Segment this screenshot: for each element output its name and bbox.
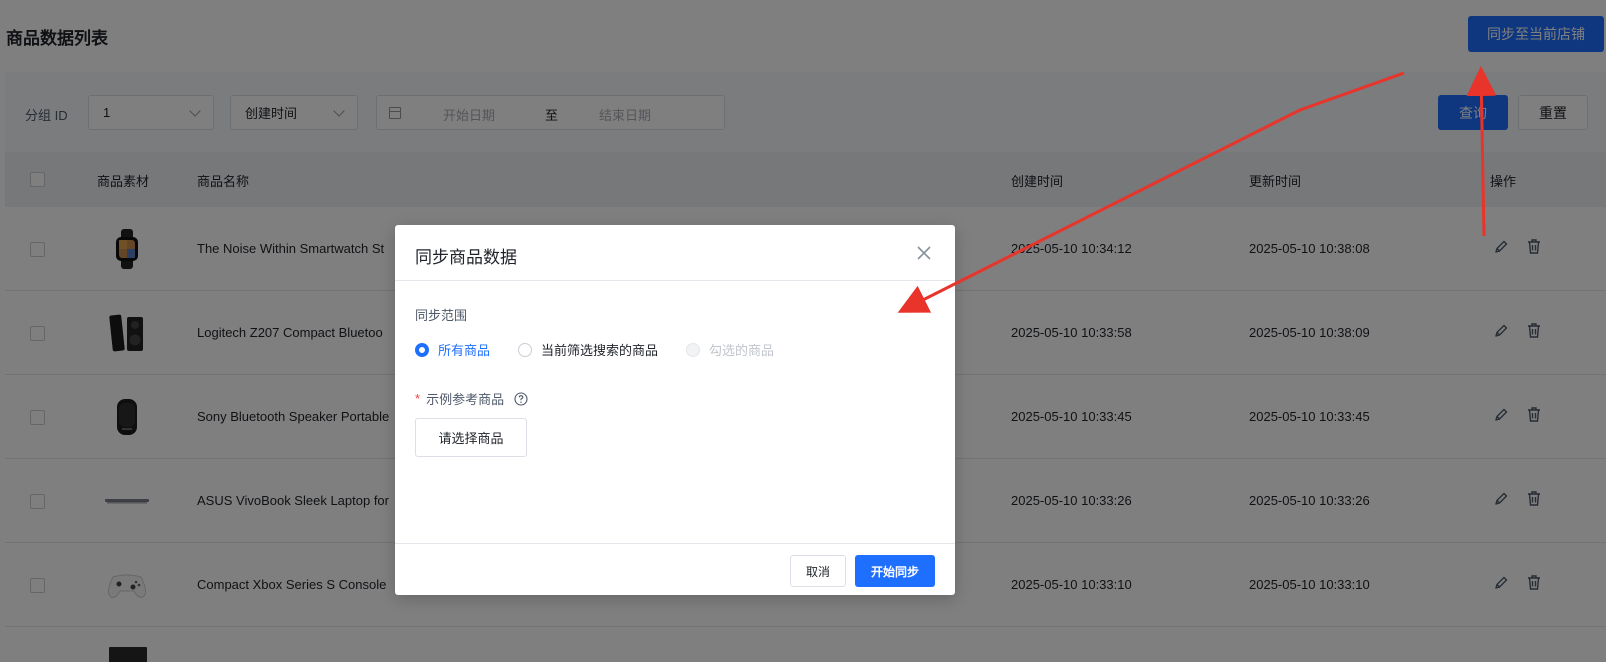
cancel-button[interactable]: 取消 <box>790 555 846 587</box>
radio-unchecked[interactable] <box>518 342 533 357</box>
sync-products-dialog: 同步商品数据 同步范围 所有商品 当前筛选搜索的商品 勾选的商品 * 示例参考商… <box>395 225 955 595</box>
scope-option-filtered[interactable]: 当前筛选搜索的商品 <box>518 340 658 359</box>
radio-disabled <box>686 342 701 357</box>
radio-checked[interactable] <box>415 342 429 357</box>
dialog-title: 同步商品数据 <box>415 248 517 267</box>
dialog-header: 同步商品数据 <box>395 225 955 281</box>
scope-option-label: 当前筛选搜索的商品 <box>541 343 659 358</box>
sync-scope-label: 同步范围 <box>415 308 468 323</box>
scope-option-label: 所有商品 <box>438 343 491 358</box>
help-icon[interactable] <box>514 391 528 406</box>
sync-scope-radio-group: 所有商品 当前筛选搜索的商品 勾选的商品 <box>415 340 802 359</box>
scope-option-label: 勾选的商品 <box>709 343 775 358</box>
dialog-footer: 取消 开始同步 <box>395 543 955 595</box>
sample-product-label: 示例参考商品 <box>426 392 505 407</box>
close-icon[interactable] <box>915 244 933 262</box>
scope-option-selected: 勾选的商品 <box>686 340 774 359</box>
start-sync-button[interactable]: 开始同步 <box>855 555 935 587</box>
sample-product-field-label: * 示例参考商品 <box>415 389 528 408</box>
scope-option-all[interactable]: 所有商品 <box>415 340 490 359</box>
required-mark: * <box>415 391 421 406</box>
select-product-button[interactable]: 请选择商品 <box>415 418 527 457</box>
